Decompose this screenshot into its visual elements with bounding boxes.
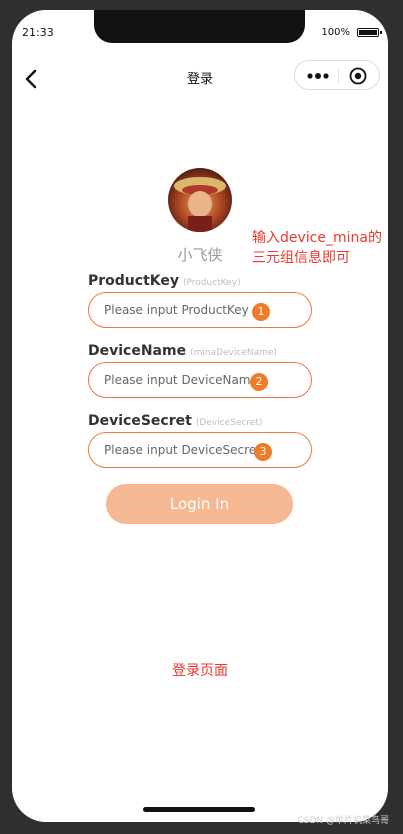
avatar	[168, 168, 232, 232]
productkey-placeholder: Please input ProductKey	[104, 303, 249, 317]
step-badge-1: 1	[252, 303, 270, 321]
productkey-label: ProductKey (ProductKey)	[88, 273, 241, 289]
home-indicator	[143, 807, 255, 812]
battery-icon	[357, 28, 382, 37]
devicename-label-text: DeviceName	[88, 343, 187, 359]
productkey-input[interactable]: Please input ProductKey	[88, 292, 312, 328]
phone-screen: 21:33 100% 登录 小飞侠 输入device_mina的三元组信息即可	[12, 10, 388, 822]
devicename-input[interactable]: Please input DeviceName	[88, 362, 312, 398]
status-time: 21:33	[22, 26, 54, 39]
devicename-hint: (minaDeviceName)	[190, 348, 277, 358]
devicesecret-label: DeviceSecret (DeviceSecret)	[88, 413, 262, 429]
devicesecret-label-text: DeviceSecret	[88, 413, 192, 429]
productkey-hint: (ProductKey)	[183, 278, 241, 288]
capsule-divider	[338, 68, 339, 84]
battery-percentage: 100%	[321, 27, 350, 38]
devicename-placeholder: Please input DeviceName	[104, 373, 258, 387]
step-badge-3: 3	[254, 443, 272, 461]
page-caption: 登录页面	[172, 663, 228, 679]
notch	[94, 10, 305, 43]
annotation-note: 输入device_mina的三元组信息即可	[252, 230, 382, 266]
productkey-label-text: ProductKey	[88, 273, 179, 289]
devicesecret-hint: (DeviceSecret)	[195, 418, 263, 428]
devicesecret-input[interactable]: Please input DeviceSecret	[88, 432, 312, 468]
login-button[interactable]: Login In	[106, 484, 293, 524]
mini-program-capsule	[294, 60, 380, 90]
watermark: CSDN @单片机菜鸟哥	[297, 816, 389, 826]
devicesecret-placeholder: Please input DeviceSecret	[104, 443, 261, 457]
more-options-icon[interactable]	[307, 73, 329, 79]
close-mini-program-icon[interactable]	[349, 67, 367, 85]
step-badge-2: 2	[250, 373, 268, 391]
devicename-label: DeviceName (minaDeviceName)	[88, 343, 277, 359]
